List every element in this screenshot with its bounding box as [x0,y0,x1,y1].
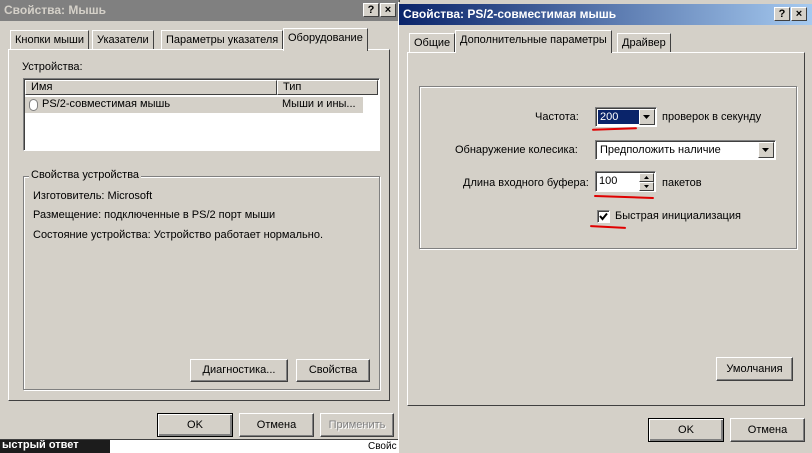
rate-value: 200 [598,110,640,124]
checkmark-icon [599,212,608,221]
mouse-icon [29,99,38,111]
tab-advanced[interactable]: Дополнительные параметры [455,30,612,53]
device-properties-button[interactable]: Свойства [296,359,370,382]
tab-pointers[interactable]: Указатели [92,30,154,50]
fast-init-label: Быстрая инициализация [615,210,741,222]
diagnostics-button[interactable]: Диагностика... [190,359,288,382]
device-row[interactable]: PS/2-совместимая мышь Мыши и ины... [25,97,363,113]
column-type-label: Тип [283,81,302,93]
rate-label: Частота: [535,111,579,123]
defaults-button[interactable]: Умолчания [716,357,793,381]
wheel-detection-value: Предположить наличие [600,144,721,156]
tab-mouse-buttons[interactable]: Кнопки мыши [10,30,90,50]
column-header-name[interactable]: Имя [25,80,277,95]
spin-down-icon[interactable] [639,182,654,191]
devices-list[interactable]: Имя Тип PS/2-совместимая мышь Мыши и ины… [23,78,380,151]
column-header-type[interactable]: Тип [277,80,378,95]
apply-button[interactable]: Применить [320,413,394,437]
help-button-ps2[interactable]: ? [774,7,790,21]
close-button-ps2[interactable]: × [791,7,807,21]
mouse-properties-window: Свойства: Мышь ? × Кнопки мыши Указатели… [0,0,400,440]
cancel-button[interactable]: Отмена [239,413,314,437]
cancel-button-ps2[interactable]: Отмена [730,418,805,442]
fast-init-checkbox[interactable] [597,210,610,223]
location-text: Размещение: подключенные в PS/2 порт мыш… [33,209,276,221]
advanced-tab-panel: Частота: 200 проверок в секунду Обнаруже… [407,52,805,406]
help-button[interactable]: ? [363,3,379,17]
devices-label: Устройства: [22,61,83,73]
window-title: Свойства: Мышь [4,3,106,17]
spin-up-icon[interactable] [639,173,654,182]
device-type: Мыши и ины... [282,98,356,110]
rate-select[interactable]: 200 [595,107,657,127]
tab-general[interactable]: Общие [409,33,456,53]
chevron-down-icon[interactable] [758,142,774,158]
status-text: Состояние устройства: Устройство работае… [33,229,324,241]
mouse-properties-titlebar[interactable]: Свойства: Мышь [0,0,399,21]
buffer-length-label: Длина входного буфера: [463,177,589,189]
background-taskbar-text: ыстрый ответ [2,439,79,451]
tab-hardware[interactable]: Оборудование [283,28,368,51]
background-white [110,440,400,453]
ok-button[interactable]: OK [157,413,233,437]
hardware-tab-panel: Устройства: Имя Тип PS/2-совместимая мыш… [8,49,390,401]
buffer-length-value: 100 [599,175,618,187]
background-text: Свойс [368,441,397,452]
wheel-detection-label: Обнаружение колесика: [455,144,578,156]
device-properties-group-label: Свойства устройства [29,169,142,181]
window-title-ps2: Свойства: PS/2-совместимая мышь [403,7,617,21]
device-name: PS/2-совместимая мышь [42,98,171,110]
close-button[interactable]: × [380,3,396,17]
tab-pointer-options[interactable]: Параметры указателя [161,30,284,50]
rate-unit: проверок в секунду [662,111,762,123]
column-name-label: Имя [31,81,53,93]
chevron-down-icon[interactable] [639,109,655,125]
manufacturer-text: Изготовитель: Microsoft [33,190,153,202]
ok-button-ps2[interactable]: OK [648,418,724,442]
ps2-mouse-titlebar[interactable]: Свойства: PS/2-совместимая мышь [399,4,812,25]
buffer-length-unit: пакетов [662,177,702,189]
tab-driver[interactable]: Драйвер [617,33,671,53]
buffer-length-spinner[interactable]: 100 [595,171,656,192]
wheel-detection-select[interactable]: Предположить наличие [595,140,776,160]
